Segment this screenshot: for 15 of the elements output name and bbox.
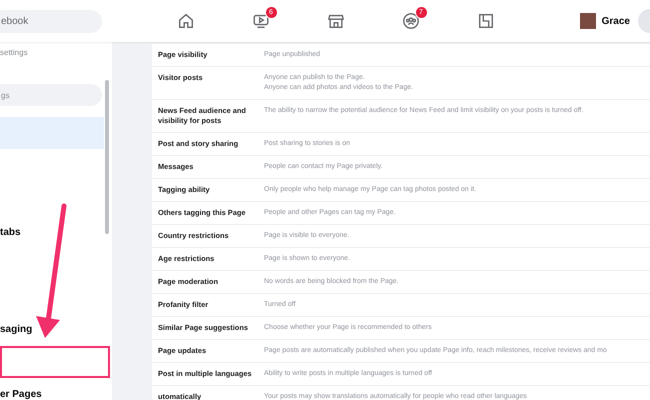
gaming-icon — [476, 12, 494, 30]
sidebar-item[interactable]: er Pages — [0, 378, 42, 400]
avatar-placeholder — [580, 13, 596, 29]
search-field[interactable]: gs — [0, 84, 102, 106]
scrollbar[interactable] — [105, 80, 109, 234]
marketplace-icon — [326, 12, 344, 30]
sidebar-item[interactable]: tabs — [0, 216, 21, 248]
home-icon — [176, 12, 194, 30]
highlight-box[interactable] — [0, 346, 110, 378]
search-field[interactable]: ebook — [0, 10, 102, 32]
profile-button[interactable]: Grace — [580, 11, 630, 31]
sidebar-item[interactable]: saging — [0, 313, 32, 345]
watch-icon — [252, 12, 270, 30]
sidebar-heading: settings — [0, 47, 29, 59]
groups-icon — [402, 12, 420, 30]
